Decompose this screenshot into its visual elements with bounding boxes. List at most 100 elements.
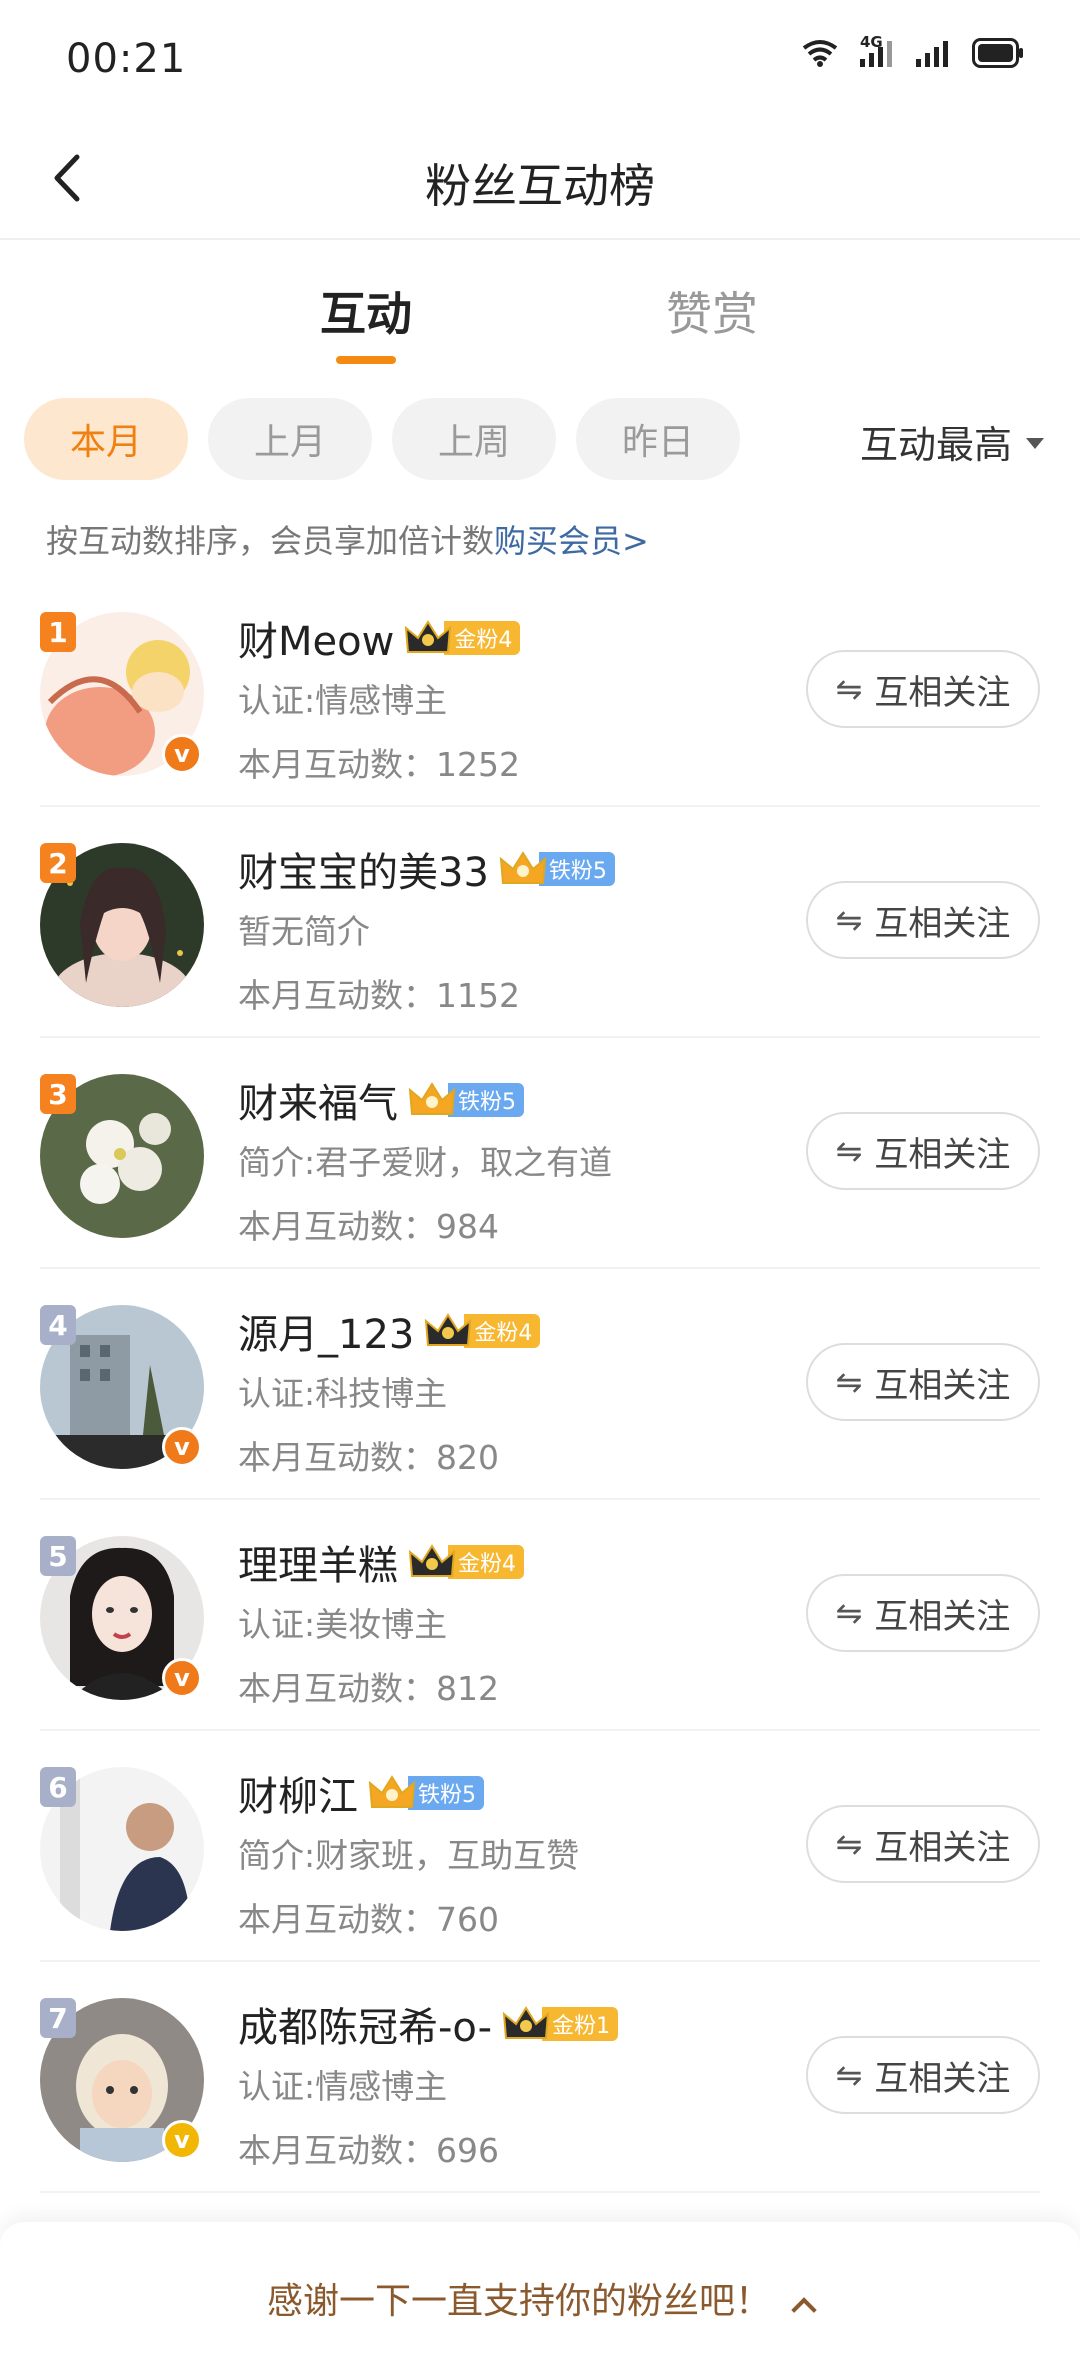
fan-description: 认证:科技博主 [238, 1374, 448, 1413]
page-title: 粉丝互动榜 [425, 159, 655, 213]
name-line: 财柳江 铁粉5 [238, 1765, 798, 1821]
fan-info: 理理羊糕 金粉4 认证:美妆博主本月互动数：812 [238, 1534, 798, 1710]
avatar-wrap: 6 [40, 1767, 204, 1931]
crown-icon [499, 849, 547, 889]
swap-arrows-icon: ⇋ [835, 1363, 863, 1401]
fan-info: 财宝宝的美33 铁粉5 暂无简介 本月互动数：1152 [238, 841, 798, 1017]
rank-badge: 1 [40, 612, 76, 652]
mutual-follow-button[interactable]: ⇋ 互相关注 [806, 2036, 1040, 2114]
avatar-wrap: 2 [40, 843, 204, 1007]
fan-name: 财柳江 [238, 1774, 358, 1820]
buy-membership-link[interactable]: 购买会员> [494, 522, 649, 560]
battery-icon [972, 38, 1024, 68]
follow-label: 互相关注 [874, 2058, 1011, 2099]
hint-text: 按互动数排序，会员享加倍计数 [46, 522, 495, 560]
verified-icon: v [162, 734, 202, 774]
name-line: 财Meow 金粉4 [238, 610, 798, 666]
follow-label: 互相关注 [874, 1134, 1011, 1175]
name-line: 成都陈冠希-o- 金粉1 [238, 1996, 798, 2052]
fan-row[interactable]: 6 财柳江 铁粉5 简介:财家班，互助互赞 本月互动数：760 ⇋ 互相关注 [40, 1731, 1040, 1962]
swap-arrows-icon: ⇋ [835, 2056, 863, 2094]
fan-description: 认证:情感博主 [238, 2067, 448, 2106]
fan-level-badge: 金粉4 [424, 1311, 541, 1351]
fan-level-label: 金粉4 [448, 1545, 524, 1579]
avatar-wrap: 1v [40, 612, 204, 776]
mutual-follow-button[interactable]: ⇋ 互相关注 [806, 1343, 1040, 1421]
thanks-text: 感谢一下一直支持你的粉丝吧！ [266, 2281, 771, 2322]
crown-icon [408, 1080, 456, 1120]
fan-level-badge: 金粉4 [408, 1542, 524, 1582]
fan-info: 源月_123 金粉4 认证:科技博主本月互动数：820 [238, 1303, 798, 1479]
fan-level-label: 金粉4 [444, 621, 521, 655]
verified-icon: v [162, 2120, 202, 2160]
nav-bar: 粉丝互动榜 [0, 120, 1080, 240]
fan-row[interactable]: 3 财来福气 铁粉5 简介:君子爱财，取之有道 本月互动数：984 ⇋ 互相关注 [40, 1038, 1040, 1269]
interaction-count: 本月互动数：1152 [238, 976, 520, 1015]
cellular-4g-icon: 4G [860, 33, 894, 67]
interaction-count: 本月互动数：1252 [238, 745, 520, 784]
status-bar: 00:21 4G [0, 0, 1080, 120]
fan-name: 财来福气 [238, 1081, 398, 1127]
chevron-up-icon [791, 2297, 817, 2323]
mutual-follow-button[interactable]: ⇋ 互相关注 [806, 1112, 1040, 1190]
rank-badge: 4 [40, 1305, 76, 1345]
interaction-count: 本月互动数：812 [238, 1669, 499, 1708]
fan-level-label: 金粉1 [542, 2007, 619, 2041]
fan-name: 源月_123 [238, 1312, 415, 1358]
mutual-follow-button[interactable]: ⇋ 互相关注 [806, 1805, 1040, 1883]
rank-badge: 7 [40, 1998, 76, 2038]
fan-name: 成都陈冠希-o- [238, 2005, 493, 2051]
name-line: 源月_123 金粉4 [238, 1303, 798, 1359]
crown-icon [408, 1542, 456, 1582]
fan-level-badge: 铁粉5 [499, 849, 615, 889]
fan-level-badge: 铁粉5 [368, 1773, 484, 1813]
fan-name: 财Meow [238, 619, 395, 665]
crown-icon [404, 618, 452, 658]
fan-name: 理理羊糕 [238, 1543, 398, 1589]
fan-row[interactable]: 1 v 财Meow 金粉4 认证:情感博主 本月互动数：1252 ⇋ 互相关注 [40, 576, 1040, 807]
mutual-follow-button[interactable]: ⇋ 互相关注 [806, 1574, 1040, 1652]
mutual-follow-button[interactable]: ⇋ 互相关注 [806, 881, 1040, 959]
verified-icon: v [162, 1658, 202, 1698]
fan-level-label: 金粉4 [464, 1314, 541, 1348]
follow-label: 互相关注 [874, 903, 1011, 944]
fan-row[interactable]: 2 财宝宝的美33 铁粉5 暂无简介 本月互动数：1152 ⇋ 互相关注 [40, 807, 1040, 1038]
wifi-icon [802, 39, 838, 67]
tab-interaction[interactable]: 互动 [320, 278, 412, 344]
fan-info: 成都陈冠希-o- 金粉1 认证:情感博主本月互动数：696 [238, 1996, 798, 2172]
rank-badge: 3 [40, 1074, 76, 1114]
sort-label: 互动最高 [859, 423, 1012, 467]
interaction-count: 本月互动数：696 [238, 2131, 499, 2170]
tab-reward[interactable]: 赞赏 [666, 278, 758, 344]
filter-last-month[interactable]: 上月 [208, 398, 372, 480]
fan-info: 财Meow 金粉4 认证:情感博主 本月互动数：1252 [238, 610, 798, 786]
swap-arrows-icon: ⇋ [835, 1594, 863, 1632]
swap-arrows-icon: ⇋ [835, 1132, 863, 1170]
swap-arrows-icon: ⇋ [835, 670, 863, 708]
interaction-count: 本月互动数：820 [238, 1438, 499, 1477]
cellular-signal-icon [916, 39, 950, 67]
tab-bar: 互动 赞赏 [0, 240, 1080, 370]
thanks-bar[interactable]: 感谢一下一直支持你的粉丝吧！ [0, 2222, 1080, 2373]
follow-label: 互相关注 [874, 1365, 1011, 1406]
crown-icon [424, 1311, 472, 1351]
filter-yesterday[interactable]: 昨日 [576, 398, 740, 480]
thanks-bar-content: 感谢一下一直支持你的粉丝吧！ [0, 2272, 1080, 2324]
fan-level-badge: 铁粉5 [408, 1080, 524, 1120]
fan-row[interactable]: 7 v 成都陈冠希-o- 金粉1 认证:情感博主 本月互动数：696 ⇋ 互相关注 [40, 1962, 1040, 2193]
fan-level-badge: 金粉1 [502, 2004, 619, 2044]
fan-row[interactable]: 5 v 理理羊糕 金粉4 认证:美妆博主 本月互动数：812 ⇋ 互相关注 [40, 1500, 1040, 1731]
fan-row[interactable]: 4 v 源月_123 金粉4 认证:科技博主本月互动数：820 ⇋ 互相关注 [40, 1269, 1040, 1500]
avatar-wrap: 7v [40, 1998, 204, 2162]
follow-label: 互相关注 [874, 1596, 1011, 1637]
fan-description: 认证:美妆博主 [238, 1605, 448, 1644]
filter-this-month[interactable]: 本月 [24, 398, 188, 480]
interaction-count: 本月互动数：760 [238, 1900, 499, 1939]
rank-badge: 2 [40, 843, 76, 883]
mutual-follow-button[interactable]: ⇋ 互相关注 [806, 650, 1040, 728]
sort-dropdown[interactable]: 互动最高 [860, 414, 1044, 469]
fan-level-label: 铁粉5 [538, 852, 615, 886]
verified-icon: v [162, 1427, 202, 1467]
filter-last-week[interactable]: 上周 [392, 398, 556, 480]
follow-label: 互相关注 [874, 672, 1011, 713]
